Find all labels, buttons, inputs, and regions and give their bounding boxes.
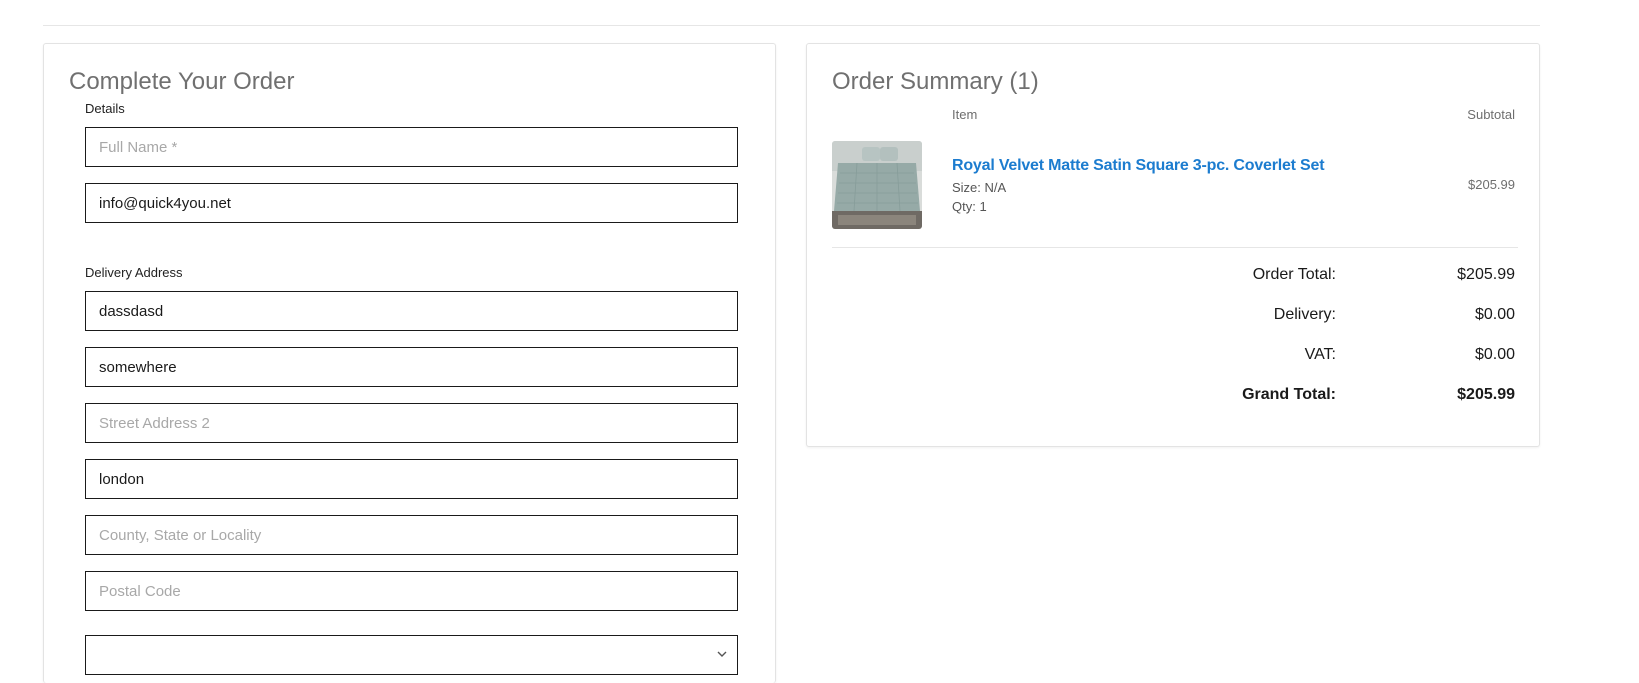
- summary-divider: [832, 247, 1518, 248]
- chevron-down-icon: [717, 646, 727, 660]
- delivery-address-label: Delivery Address: [85, 265, 183, 280]
- grand-total-label: Grand Total:: [1242, 386, 1336, 403]
- country-select[interactable]: [85, 635, 738, 675]
- grand-total-value: $205.99: [1457, 386, 1515, 403]
- full-name-input[interactable]: [85, 127, 738, 167]
- city-input[interactable]: [85, 459, 738, 499]
- column-header-item: Item: [952, 107, 978, 122]
- address-line-input[interactable]: [85, 347, 738, 387]
- street-address-2-input[interactable]: [85, 403, 738, 443]
- delivery-value: $0.00: [1474, 306, 1515, 323]
- order-summary-title: Order Summary (1): [832, 68, 1039, 95]
- order-form-card: Complete Your Order Details Delivery Add…: [43, 43, 776, 683]
- postal-code-input[interactable]: [85, 571, 738, 611]
- product-subtotal: $205.99: [1468, 177, 1515, 192]
- product-qty: Qty: 1: [952, 199, 987, 214]
- order-form-title: Complete Your Order: [69, 68, 295, 95]
- vat-value: $0.00: [1474, 346, 1515, 363]
- county-input[interactable]: [85, 515, 738, 555]
- street-address-1-input[interactable]: [85, 291, 738, 331]
- product-size: Size: N/A: [952, 180, 1007, 195]
- order-summary-card: Order Summary (1) Item Subtotal Royal Ve…: [806, 43, 1540, 447]
- vat-label: VAT:: [1304, 346, 1336, 363]
- product-image[interactable]: [832, 141, 922, 229]
- order-total-value: $205.99: [1457, 266, 1515, 283]
- delivery-label: Delivery:: [1273, 306, 1336, 323]
- product-name-link[interactable]: Royal Velvet Matte Satin Square 3-pc. Co…: [952, 157, 1325, 175]
- order-total-label: Order Total:: [1252, 266, 1336, 283]
- column-header-subtotal: Subtotal: [1467, 107, 1515, 122]
- details-label: Details: [85, 101, 125, 116]
- top-divider: [43, 25, 1540, 26]
- email-input[interactable]: [85, 183, 738, 223]
